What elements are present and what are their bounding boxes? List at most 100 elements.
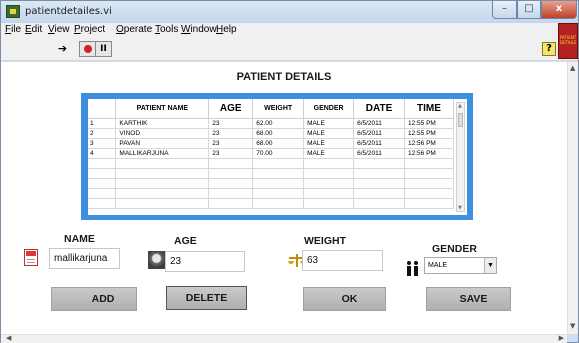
table-row[interactable]: [88, 198, 454, 209]
table-row[interactable]: 3 PAVAN 23 68.00 MALE 6/5/2011 12:56 PM: [88, 138, 454, 149]
cell-age: [208, 188, 254, 199]
panel-vertical-scrollbar[interactable]: ▲ ▼: [567, 62, 578, 334]
table-row[interactable]: [88, 178, 454, 189]
menu-edit-label: dit: [31, 24, 43, 35]
cell-time: 12:56 PM: [404, 148, 454, 159]
context-help-icon[interactable]: ?: [542, 42, 556, 56]
column-header-gender: GENDER: [303, 99, 355, 119]
cell-index: [88, 158, 117, 169]
title-bar[interactable]: patientdetailes.vi – □ x: [1, 1, 578, 23]
table-scroll-down-icon[interactable]: ▼: [458, 205, 462, 211]
cell-index: 1: [88, 118, 117, 129]
cell-patient-name: VINOD: [115, 128, 210, 139]
cell-time: [404, 158, 454, 169]
age-input[interactable]: 23: [165, 251, 245, 272]
pause-icon[interactable]: II: [95, 41, 112, 57]
table-row[interactable]: 4 MALLIKARJUNA 23 70.00 MALE 6/5/2011 12:56 PM: [88, 148, 454, 159]
table-row[interactable]: 2 VINOD 23 68.00 MALE 6/5/2011 12:55 PM: [88, 128, 454, 139]
menu-view[interactable]: View: [48, 24, 70, 35]
menu-project-label: roject: [80, 24, 106, 35]
name-input[interactable]: mallikarjuna: [49, 248, 120, 269]
cell-index: 3: [88, 138, 117, 149]
menu-tools[interactable]: Tools: [155, 24, 178, 35]
cell-age: [208, 168, 254, 179]
cell-index: [88, 168, 117, 179]
cell-patient-name: [115, 178, 210, 189]
table-scroll-up-icon[interactable]: ▲: [458, 103, 462, 109]
menu-tools-label: ools: [160, 24, 179, 35]
menu-edit-mnemonic: E: [25, 24, 32, 35]
cell-date: [353, 178, 405, 189]
table-row[interactable]: [88, 188, 454, 199]
cell-patient-name: [115, 198, 210, 209]
panel-horizontal-scrollbar[interactable]: ◀ ▶: [1, 334, 567, 343]
cell-index: 4: [88, 148, 117, 159]
cell-time: 12:55 PM: [404, 128, 454, 139]
gender-selected-value: MALE: [428, 262, 448, 269]
cell-date: [353, 188, 405, 199]
close-button[interactable]: x: [541, 1, 577, 19]
menu-operate[interactable]: Operate: [116, 24, 152, 35]
window-frame: patientdetailes.vi – □ x File Edit View …: [0, 0, 579, 343]
ok-button[interactable]: OK: [303, 287, 386, 311]
cell-age: 23: [208, 118, 254, 129]
menu-view-label: iew: [54, 24, 70, 35]
menu-project-mnemonic: P: [74, 24, 81, 35]
cell-time: [404, 198, 454, 209]
column-header-date: DATE: [353, 99, 405, 119]
cell-date: 6/5/2011: [353, 118, 405, 129]
cell-age: [208, 198, 254, 209]
cell-gender: MALE: [303, 148, 355, 159]
patient-table[interactable]: PATIENT NAME AGE WEIGHT GENDER DATE TIME…: [88, 99, 467, 215]
delete-button[interactable]: DELETE: [166, 286, 247, 310]
minimize-button[interactable]: –: [492, 1, 517, 19]
window-title: patientdetailes.vi: [25, 6, 112, 17]
run-arrow-icon[interactable]: ➔: [54, 41, 71, 57]
table-row[interactable]: [88, 168, 454, 179]
dropdown-arrow-icon[interactable]: ▼: [484, 258, 496, 273]
menu-project[interactable]: Project: [74, 24, 105, 35]
abort-execution-icon[interactable]: [79, 41, 96, 57]
maximize-button[interactable]: □: [517, 1, 541, 19]
menu-file[interactable]: File: [5, 24, 21, 35]
scroll-up-icon[interactable]: ▲: [570, 64, 575, 72]
table-scrollbar[interactable]: ▲ ▼: [456, 102, 465, 212]
cell-weight: [252, 158, 305, 169]
cell-weight: 70.00: [252, 148, 305, 159]
cell-weight: [252, 168, 305, 179]
cell-age: 23: [208, 148, 254, 159]
menu-window-label: indow: [190, 24, 217, 35]
scroll-left-icon[interactable]: ◀: [6, 334, 11, 342]
cell-gender: MALE: [303, 128, 355, 139]
cell-weight: [252, 178, 305, 189]
add-button[interactable]: ADD: [51, 287, 137, 311]
cell-date: [353, 168, 405, 179]
table-row[interactable]: 1 KARTHIK 23 62.00 MALE 6/5/2011 12:55 PM: [88, 118, 454, 129]
menu-edit[interactable]: Edit: [25, 24, 42, 35]
column-header-time: TIME: [404, 99, 454, 119]
weight-input[interactable]: 63: [302, 250, 383, 271]
page-title: PATIENT DETAILS: [236, 71, 332, 83]
cell-gender: MALE: [303, 118, 355, 129]
person-icon: [407, 261, 419, 276]
table-row[interactable]: [88, 158, 454, 169]
cell-time: [404, 168, 454, 179]
table-scroll-thumb[interactable]: [458, 113, 463, 127]
cell-date: 6/5/2011: [353, 128, 405, 139]
vi-connector-icon: PATIENT DETAILS: [558, 23, 578, 59]
menu-help[interactable]: Help: [216, 24, 237, 35]
cell-gender: MALE: [303, 138, 355, 149]
menu-window[interactable]: Window: [181, 24, 217, 35]
cell-date: [353, 158, 405, 169]
cell-patient-name: [115, 158, 210, 169]
cell-index: [88, 178, 117, 189]
age-label: AGE: [174, 235, 197, 247]
cell-weight: [252, 198, 305, 209]
cell-gender: [303, 198, 355, 209]
age-photo-icon: [148, 251, 165, 269]
cell-patient-name: [115, 168, 210, 179]
save-button[interactable]: SAVE: [426, 287, 511, 311]
gender-select[interactable]: MALE ▼: [424, 257, 497, 274]
scroll-right-icon[interactable]: ▶: [559, 334, 564, 342]
scroll-down-icon[interactable]: ▼: [570, 322, 575, 330]
